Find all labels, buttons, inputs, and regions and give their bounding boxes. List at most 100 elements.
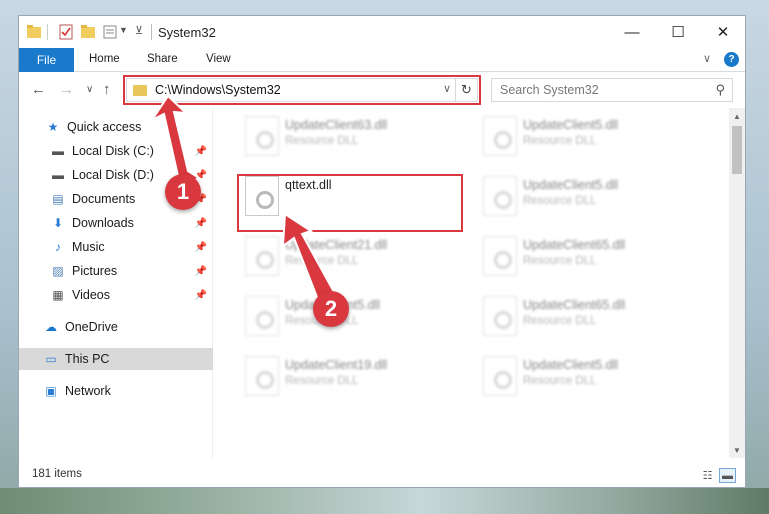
ribbon-tabs: File Home Share View ∨ ? xyxy=(19,48,745,72)
file-name: UpdateClient19.dll xyxy=(285,358,388,372)
file-name: UpdateClient65.dll xyxy=(523,298,626,312)
file-list: UpdateClient63.dll Resource DLL UpdateCl… xyxy=(215,108,730,458)
tab-home[interactable]: Home xyxy=(89,53,120,65)
sidebar-item-onedrive[interactable]: ☁ OneDrive xyxy=(19,316,213,338)
dll-file-icon xyxy=(483,176,517,216)
downloads-icon: ⬇ xyxy=(52,216,64,230)
sidebar-item-label: Pictures xyxy=(72,264,118,278)
search-input[interactable]: Search System32 ⚲ xyxy=(491,78,733,102)
file-type: Resource DLL xyxy=(523,255,597,267)
help-icon[interactable]: ? xyxy=(724,52,739,67)
sidebar-item-local-disk-c[interactable]: ▬ Local Disk (C:) 📌 xyxy=(19,140,213,162)
item-count: 181 items xyxy=(32,468,82,480)
file-item[interactable]: UpdateClient21.dll Resource DLL xyxy=(237,230,467,280)
qa-divider xyxy=(47,24,48,40)
dll-file-icon xyxy=(245,296,279,336)
sidebar-item-pictures[interactable]: ▨ Pictures 📌 xyxy=(19,260,213,282)
file-name: UpdateClient5.dll xyxy=(523,178,619,192)
status-bar: 181 items ☷ ▬ xyxy=(19,465,745,487)
file-item[interactable]: UpdateClient5.dll Resource DLL xyxy=(475,110,705,160)
scroll-up-icon[interactable]: ▲ xyxy=(729,108,745,124)
minimize-button[interactable]: — xyxy=(609,16,655,48)
sidebar-item-network[interactable]: ▣ Network xyxy=(19,380,213,402)
callout-1: 1 xyxy=(165,174,201,210)
sidebar-item-label: Downloads xyxy=(72,216,134,230)
file-item[interactable]: UpdateClient65.dll Resource DLL xyxy=(475,230,705,280)
customize-icon[interactable] xyxy=(103,24,117,40)
dll-file-icon xyxy=(245,356,279,396)
new-folder-icon[interactable] xyxy=(81,24,95,40)
star-icon: ★ xyxy=(47,120,59,134)
sidebar-item-label: This PC xyxy=(65,352,110,366)
sidebar-item-downloads[interactable]: ⬇ Downloads 📌 xyxy=(19,212,213,234)
dll-file-icon xyxy=(245,116,279,156)
details-view-icon[interactable]: ☷ xyxy=(699,468,716,483)
file-item[interactable]: UpdateClient5.dll Resource DLL xyxy=(475,170,705,220)
file-type: Resource DLL xyxy=(523,315,597,327)
large-icons-view-icon[interactable]: ▬ xyxy=(719,468,736,483)
dll-file-icon xyxy=(483,236,517,276)
pin-icon[interactable]: 📌 xyxy=(195,170,207,181)
address-highlight-box xyxy=(123,75,481,105)
sidebar-item-label: Documents xyxy=(72,192,136,206)
sidebar-item-label: Local Disk (C:) xyxy=(72,144,154,158)
pin-icon[interactable]: 📌 xyxy=(195,242,207,253)
file-name: UpdateClient65.dll xyxy=(523,238,626,252)
scroll-down-icon[interactable]: ▼ xyxy=(729,442,745,458)
dll-file-icon xyxy=(245,236,279,276)
file-highlight-box xyxy=(237,174,463,232)
drive-icon: ▬ xyxy=(52,144,64,158)
file-type: Resource DLL xyxy=(285,135,359,147)
file-type: Resource DLL xyxy=(285,375,359,387)
sidebar-item-quick-access[interactable]: ★ Quick access xyxy=(19,116,213,138)
sidebar-item-music[interactable]: ♪ Music 📌 xyxy=(19,236,213,258)
vertical-scrollbar[interactable]: ▲ ▼ xyxy=(729,108,745,458)
up-arrow-icon[interactable]: ↑ xyxy=(103,81,111,98)
sidebar-item-this-pc[interactable]: ▭ This PC xyxy=(19,348,213,370)
documents-icon: ▤ xyxy=(52,192,64,206)
quick-access-toolbar-dropdown-icon[interactable]: ⊻ xyxy=(135,24,143,37)
pictures-icon: ▨ xyxy=(52,264,64,278)
navigation-pane: ★ Quick access ▬ Local Disk (C:) 📌 ▬ Loc… xyxy=(19,108,213,458)
videos-icon: ▦ xyxy=(52,288,64,302)
main-content: ★ Quick access ▬ Local Disk (C:) 📌 ▬ Loc… xyxy=(19,108,745,458)
close-button[interactable]: ✕ xyxy=(700,16,746,48)
pin-icon[interactable]: 📌 xyxy=(195,146,207,157)
scroll-thumb[interactable] xyxy=(732,126,742,174)
network-icon: ▣ xyxy=(45,384,57,398)
file-item[interactable]: UpdateClient19.dll Resource DLL xyxy=(237,350,467,400)
tab-file[interactable]: File xyxy=(19,48,74,72)
recent-locations-icon[interactable]: ∨ xyxy=(86,84,93,95)
maximize-button[interactable]: ☐ xyxy=(655,16,701,48)
file-type: Resource DLL xyxy=(523,135,597,147)
properties-icon[interactable] xyxy=(59,24,73,40)
sidebar-item-label: Network xyxy=(65,384,111,398)
expand-ribbon-icon[interactable]: ∨ xyxy=(703,52,711,65)
search-icon[interactable]: ⚲ xyxy=(715,82,725,98)
music-icon: ♪ xyxy=(55,240,61,254)
onedrive-icon: ☁ xyxy=(45,320,57,334)
folder-icon xyxy=(27,25,41,38)
file-item[interactable]: UpdateClient5.dll Resource DLL xyxy=(475,350,705,400)
computer-icon: ▭ xyxy=(45,352,57,366)
chevron-down-icon[interactable]: ▼ xyxy=(119,25,128,35)
sidebar-item-label: Local Disk (D:) xyxy=(72,168,154,182)
file-type: Resource DLL xyxy=(523,195,597,207)
file-name: UpdateClient5.dll xyxy=(523,358,619,372)
back-arrow-icon[interactable]: ← xyxy=(31,81,46,98)
file-name: UpdateClient21.dll xyxy=(285,238,388,252)
file-item[interactable]: UpdateClient63.dll Resource DLL xyxy=(237,110,467,160)
file-item[interactable]: UpdateClient5.dll Resource DLL xyxy=(237,290,467,340)
sidebar-item-label: Music xyxy=(72,240,105,254)
desktop-background xyxy=(0,488,769,514)
forward-arrow-icon[interactable]: → xyxy=(59,81,74,98)
sidebar-item-videos[interactable]: ▦ Videos 📌 xyxy=(19,284,213,306)
pin-icon[interactable]: 📌 xyxy=(195,290,207,301)
pin-icon[interactable]: 📌 xyxy=(195,266,207,277)
address-row: ← → ∨ ↑ C:\Windows\System32 ∨ ↻ Search S… xyxy=(19,72,745,108)
tab-share[interactable]: Share xyxy=(147,53,178,65)
file-item[interactable]: UpdateClient65.dll Resource DLL xyxy=(475,290,705,340)
pin-icon[interactable]: 📌 xyxy=(195,218,207,229)
tab-view[interactable]: View xyxy=(206,53,231,65)
file-type: Resource DLL xyxy=(285,255,359,267)
